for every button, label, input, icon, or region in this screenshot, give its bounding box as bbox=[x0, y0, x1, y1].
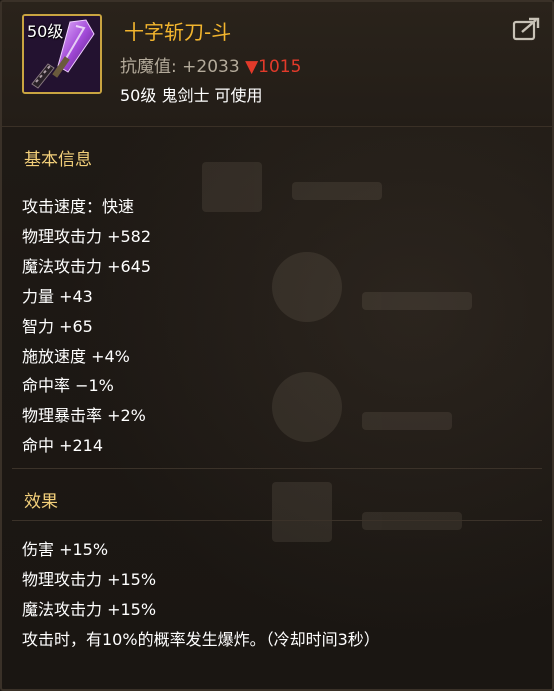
basic-info-line: 物理攻击力 +582 bbox=[22, 227, 152, 246]
basic-info-line: 物理暴击率 +2% bbox=[22, 406, 146, 425]
basic-info-line: 攻击速度：快速 bbox=[22, 197, 135, 216]
red-down-triangle-icon: ▼ bbox=[245, 57, 259, 77]
stat-label: 抗魔值: bbox=[120, 57, 177, 77]
stat-value: +2033 bbox=[182, 57, 240, 77]
effect-line: 魔法攻击力 +15% bbox=[22, 600, 157, 619]
basic-info-line: 魔法攻击力 +645 bbox=[22, 257, 152, 276]
section-divider bbox=[12, 520, 542, 521]
effect-line: 攻击时，有10%的概率发生爆炸。（冷却时间3秒） bbox=[22, 630, 380, 649]
effects-title: 效果 bbox=[24, 492, 58, 512]
item-header: 50级 十字斩刀-斗 抗魔值: +2033 ▼1015 50级 鬼剑士 可使用 bbox=[2, 2, 552, 127]
basic-info-line: 力量 +43 bbox=[22, 287, 93, 306]
share-icon[interactable] bbox=[512, 16, 542, 42]
basic-info-title: 基本信息 bbox=[24, 150, 92, 170]
basic-info-line: 施放速度 +4% bbox=[22, 347, 130, 366]
item-name: 十字斩刀-斗 bbox=[124, 20, 232, 44]
effect-line: 伤害 +15% bbox=[22, 540, 109, 559]
stat-comparison: 抗魔值: +2033 ▼1015 bbox=[120, 52, 301, 77]
item-icon-frame[interactable]: 50级 bbox=[22, 14, 102, 94]
basic-info-line: 命中 +214 bbox=[22, 436, 104, 455]
item-tooltip: 50级 十字斩刀-斗 抗魔值: +2033 ▼1015 50级 鬼剑士 可使用 … bbox=[0, 0, 554, 691]
item-level-badge: 50级 bbox=[27, 22, 64, 41]
section-divider bbox=[12, 468, 542, 469]
requirement-line: 50级 鬼剑士 可使用 bbox=[120, 86, 263, 105]
effect-line: 物理攻击力 +15% bbox=[22, 570, 157, 589]
background-ghost-panel bbox=[182, 152, 512, 672]
basic-info-line: 智力 +65 bbox=[22, 317, 93, 336]
basic-info-line: 命中率 −1% bbox=[22, 376, 114, 395]
stat-diff: 1015 bbox=[258, 57, 302, 77]
